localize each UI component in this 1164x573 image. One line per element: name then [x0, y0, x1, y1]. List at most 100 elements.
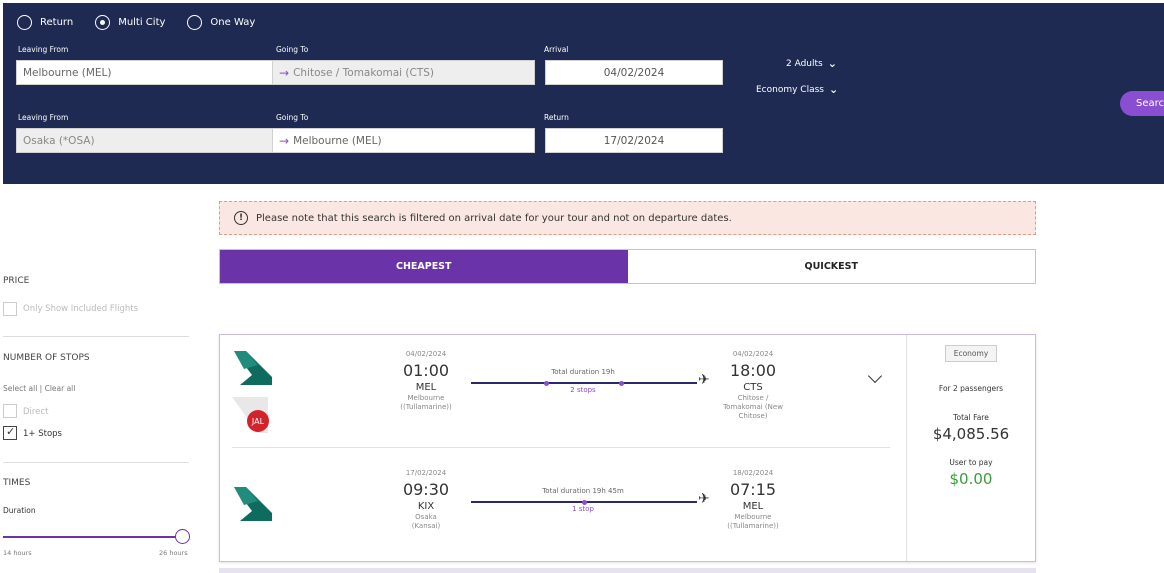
japan-airlines-logo: JAL — [232, 393, 274, 439]
cabin-dropdown[interactable]: Economy Class ⌄ — [756, 83, 838, 96]
notice-text: Please note that this search is filtered… — [256, 212, 732, 224]
svg-text:JAL: JAL — [251, 417, 265, 426]
one-plus-stops-label: 1+ Stops — [23, 429, 62, 439]
departure-city: Melbourne ((Tullamarine)) — [400, 394, 452, 411]
field-value: 04/02/2024 — [603, 66, 665, 79]
inbound-departure: 17/02/2024 09:30 KIX Osaka (Kansai) — [371, 469, 481, 531]
arrival-airport-code: MEL — [742, 501, 764, 512]
tab-label: QUICKEST — [804, 261, 858, 272]
stops-heading: NUMBER OF STOPS — [3, 353, 90, 363]
radio-selected-icon — [95, 15, 111, 30]
flight-result-card[interactable]: JAL 04/02/2024 01:00 MEL Melbourne ((Tul… — [219, 334, 1036, 562]
divider — [3, 462, 189, 463]
duration-slider-track[interactable] — [3, 536, 178, 538]
arrival-time: 18:00 — [729, 361, 777, 380]
select-all-clear-all[interactable]: Select all | Clear all — [3, 384, 75, 393]
route-line — [471, 380, 697, 386]
field-value: Melbourne (MEL) — [23, 66, 112, 79]
tab-label: CHEAPEST — [395, 261, 452, 272]
next-card-edge — [219, 568, 1036, 573]
one-plus-stops-checkbox[interactable] — [3, 425, 17, 440]
departure-date: 04/02/2024 — [405, 350, 447, 358]
trip-type-label: Multi City — [118, 17, 166, 28]
leaving-from-label: Leaving From — [18, 45, 69, 54]
going-to-field-2[interactable]: → Melbourne (MEL) — [272, 128, 535, 153]
chevron-down-icon: ⌄ — [828, 83, 839, 96]
trip-type-multi-city[interactable]: Multi City — [95, 15, 165, 30]
search-button[interactable]: Search — [1120, 91, 1164, 116]
info-icon: ! — [234, 211, 248, 225]
stops-count: 2 stops — [570, 386, 596, 394]
arrow-right-icon: → — [279, 133, 290, 148]
return-date-field[interactable]: 17/02/2024 — [545, 128, 723, 153]
duration-label: Duration — [3, 506, 36, 515]
arrival-airport-code: CTS — [743, 382, 763, 393]
going-to-label: Going To — [276, 45, 309, 54]
trip-type-return[interactable]: Return — [17, 15, 73, 30]
leaving-from-label: Leaving From — [18, 113, 69, 122]
cathay-pacific-logo — [232, 485, 274, 527]
search-panel: Return Multi City One Way Leaving From G… — [3, 3, 1164, 184]
duration-slider-handle[interactable] — [175, 529, 190, 544]
departure-time: 09:30 — [402, 480, 450, 499]
outbound-duration: Total duration 19h 2 stops — [473, 368, 693, 394]
expand-chevron-icon[interactable] — [867, 368, 883, 384]
departure-date: 17/02/2024 — [405, 469, 447, 477]
total-duration: Total duration 19h 45m — [542, 487, 624, 495]
departure-airport-code: MEL — [415, 382, 437, 393]
leaving-from-field-2[interactable]: Osaka (*OSA) — [16, 128, 276, 153]
direct-label: Direct — [23, 407, 49, 417]
total-duration: Total duration 19h — [551, 368, 615, 376]
field-value: Osaka (*OSA) — [23, 134, 95, 147]
arrival-city: Chitose / Tomakomai (New Chitose) — [723, 394, 783, 420]
trip-type-label: One Way — [210, 17, 256, 28]
cathay-pacific-logo — [232, 349, 274, 391]
stops-count: 1 stop — [572, 505, 594, 513]
sort-tabs: CHEAPEST QUICKEST — [219, 249, 1036, 284]
departure-city: Osaka (Kansai) — [411, 513, 441, 530]
leaving-from-field-1[interactable]: Melbourne (MEL) — [16, 60, 276, 85]
going-to-label: Going To — [276, 113, 309, 122]
route-line — [471, 499, 697, 505]
price-panel: Economy For 2 passengers Total Fare $4,0… — [906, 335, 1035, 561]
stop-dot — [544, 380, 549, 386]
trip-type-group: Return Multi City One Way — [17, 15, 277, 30]
direct-checkbox[interactable] — [3, 404, 17, 418]
leg-divider — [232, 447, 890, 448]
user-to-pay-value: $0.00 — [949, 470, 993, 488]
arrival-date-field[interactable]: 04/02/2024 — [545, 60, 723, 85]
search-button-label: Search — [1136, 98, 1164, 109]
inbound-arrival: 18/02/2024 07:15 MEL Melbourne ((Tullama… — [698, 469, 808, 531]
arrow-right-icon: → — [279, 65, 290, 80]
field-value: Chitose / Tomakomai (CTS) — [293, 66, 435, 79]
price-heading: PRICE — [3, 276, 30, 286]
radio-icon — [187, 15, 203, 30]
passenger-count: For 2 passengers — [938, 384, 1004, 393]
total-fare-value: $4,085.56 — [932, 425, 1010, 443]
divider — [3, 336, 189, 337]
arrival-date: 18/02/2024 — [732, 469, 774, 477]
tab-cheapest[interactable]: CHEAPEST — [220, 250, 628, 283]
outbound-arrival: 04/02/2024 18:00 CTS Chitose / Tomakomai… — [698, 350, 808, 421]
included-flights-label: Only Show Included Flights — [23, 304, 139, 314]
times-heading: TIMES — [3, 478, 31, 488]
arrival-date: 04/02/2024 — [732, 350, 774, 358]
departure-time: 01:00 — [402, 361, 450, 380]
tab-quickest[interactable]: QUICKEST — [627, 250, 1035, 283]
trip-type-one-way[interactable]: One Way — [187, 15, 255, 30]
field-value: Melbourne (MEL) — [293, 134, 382, 147]
going-to-field-1[interactable]: → Chitose / Tomakomai (CTS) — [272, 60, 535, 85]
duration-min: 14 hours — [3, 549, 32, 557]
user-to-pay-label: User to pay — [949, 458, 993, 467]
chevron-down-icon: ⌄ — [827, 57, 837, 70]
return-label: Return — [544, 113, 569, 122]
stop-dot — [582, 499, 587, 505]
included-flights-checkbox[interactable] — [3, 302, 17, 316]
passengers-dropdown[interactable]: 2 Adults ⌄ — [786, 57, 837, 70]
field-value: 17/02/2024 — [603, 134, 665, 147]
trip-type-label: Return — [40, 17, 74, 28]
radio-icon — [17, 15, 32, 30]
filter-notice: ! Please note that this search is filter… — [219, 201, 1036, 235]
arrival-city: Melbourne ((Tullamarine)) — [727, 513, 779, 530]
passengers-value: 2 Adults — [786, 58, 823, 69]
